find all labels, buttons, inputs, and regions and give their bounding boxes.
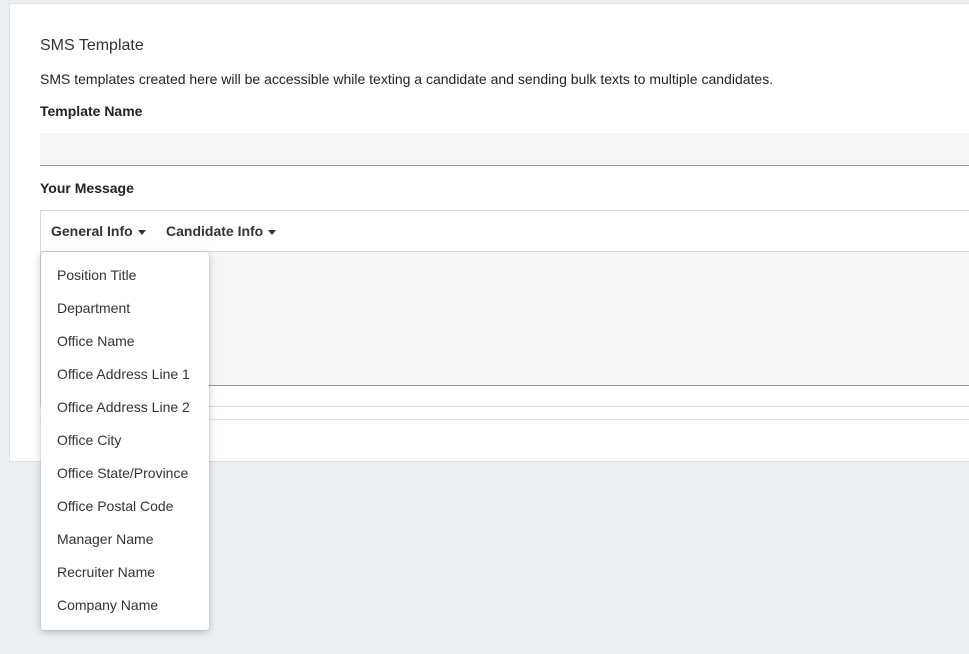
candidate-info-label: Candidate Info (166, 223, 264, 239)
message-label: Your Message (40, 180, 134, 196)
page-description: SMS templates created here will be acces… (40, 71, 774, 87)
menu-item-manager-name[interactable]: Manager Name (41, 526, 209, 559)
template-name-label: Template Name (40, 103, 143, 119)
template-name-input[interactable] (40, 133, 969, 166)
caret-down-icon (268, 229, 277, 235)
menu-item-office-postal-code[interactable]: Office Postal Code (41, 493, 209, 526)
menu-item-position-title[interactable]: Position Title (41, 262, 209, 295)
menu-item-office-address-line-2[interactable]: Office Address Line 2 (41, 394, 209, 427)
candidate-info-dropdown-button[interactable]: Candidate Info (166, 223, 277, 239)
editor-toolbar: General Info Candidate Info (41, 211, 969, 252)
menu-item-office-name[interactable]: Office Name (41, 328, 209, 361)
menu-item-recruiter-name[interactable]: Recruiter Name (41, 559, 209, 592)
menu-item-office-city[interactable]: Office City (41, 427, 209, 460)
menu-item-office-address-line-1[interactable]: Office Address Line 1 (41, 361, 209, 394)
menu-item-company-name[interactable]: Company Name (41, 592, 209, 625)
general-info-menu: Position Title Department Office Name Of… (41, 252, 209, 630)
general-info-label: General Info (51, 223, 133, 239)
general-info-dropdown-button[interactable]: General Info (51, 223, 146, 239)
caret-down-icon (137, 229, 146, 235)
page-title: SMS Template (40, 37, 144, 54)
menu-item-office-state-province[interactable]: Office State/Province (41, 460, 209, 493)
menu-item-department[interactable]: Department (41, 295, 209, 328)
